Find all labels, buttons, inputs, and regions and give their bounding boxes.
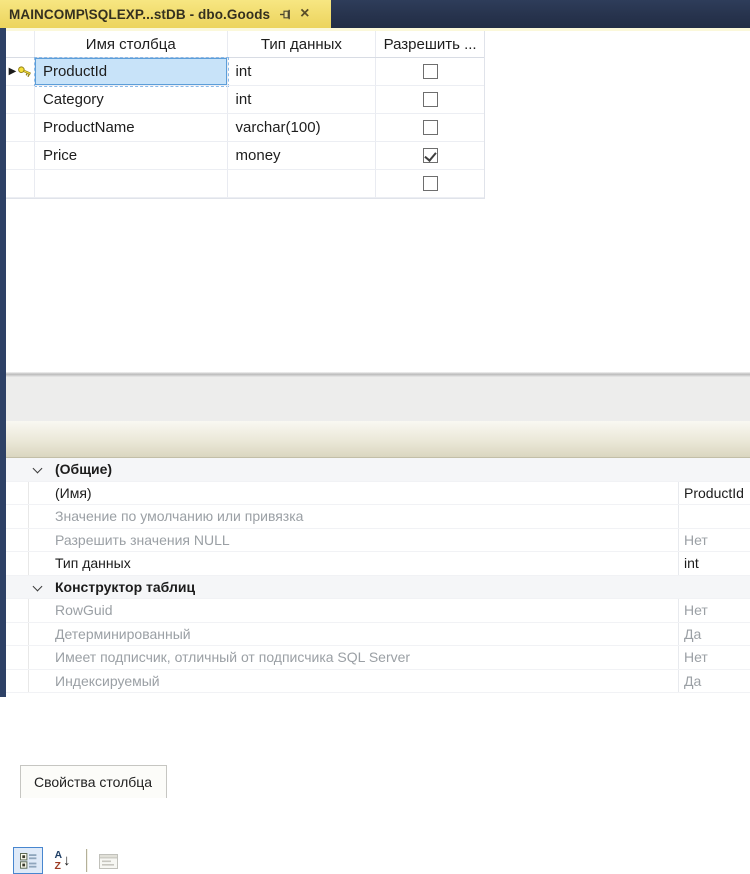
alphabetical-sort-button[interactable]: A Z ↓ [46,847,79,874]
category-label: (Общие) [55,461,112,477]
table-designer-grid: Имя столбца Тип данных Разрешить ... ▶ P… [6,31,485,199]
column-name-cell[interactable]: ProductId [35,58,228,86]
category-label: Конструктор таблиц [55,579,195,595]
property-name: Имеет подписчик, отличный от подписчика … [55,649,410,665]
current-row-arrow-icon: ▶ [9,67,17,77]
toolbar-separator [86,849,87,872]
property-value[interactable]: Да [684,673,701,689]
allow-nulls-cell [376,58,484,86]
allow-nulls-header[interactable]: Разрешить ... [376,31,484,57]
data-type-cell[interactable]: int [228,86,377,114]
sort-arrow-icon: ↓ [63,852,71,869]
column-name-cell[interactable]: Category [35,86,228,114]
table-row: ProductName varchar(100) [6,114,484,142]
table-row: ▶ ProductId int [6,58,484,86]
table-row: Category int [6,86,484,114]
property-row-default-value[interactable]: Значение по умолчанию или привязка [6,505,750,529]
data-type-cell[interactable]: money [228,142,377,170]
property-row-data-type[interactable]: Тип данных int [6,552,750,576]
property-name: Детерминированный [55,626,191,642]
property-value[interactable]: Да [684,626,701,642]
property-value[interactable]: Нет [684,649,708,665]
categorized-icon [20,853,37,869]
allow-nulls-checkbox[interactable] [423,176,438,191]
column-name-cell[interactable] [35,170,228,198]
property-row-deterministic[interactable]: Детерминированный Да [6,623,750,647]
row-selector-cell[interactable] [6,142,35,170]
property-value[interactable]: Нет [684,532,708,548]
document-tab-bar: MAINCOMP\SQLEXP...stDB - dbo.Goods × [0,0,750,28]
property-category-general[interactable]: (Общие) [6,458,750,482]
column-name-header[interactable]: Имя столбца [35,31,228,57]
properties-grid: (Общие) (Имя) ProductId Значение по умол… [6,458,750,697]
table-row-empty [6,170,484,198]
property-row-rowguid[interactable]: RowGuid Нет [6,599,750,623]
pin-icon[interactable] [279,8,292,21]
row-selector-cell[interactable]: ▶ [6,58,35,86]
property-pages-icon [99,854,118,869]
property-row-indexable[interactable]: Индексируемый Да [6,670,750,694]
property-category-table-designer[interactable]: Конструктор таблиц [6,576,750,600]
row-selector-cell[interactable] [6,170,35,198]
chevron-down-icon[interactable] [33,464,43,474]
property-name: Тип данных [55,555,131,571]
column-name-cell[interactable]: ProductName [35,114,228,142]
allow-nulls-cell [376,142,484,170]
allow-nulls-checkbox[interactable] [423,64,438,79]
property-value[interactable]: int [684,555,699,571]
table-row: Price money [6,142,484,170]
data-type-cell[interactable] [228,170,377,198]
allow-nulls-cell [376,170,484,198]
property-row-name[interactable]: (Имя) ProductId [6,482,750,506]
az-sort-icon: A Z [54,850,62,871]
property-name: Индексируемый [55,673,160,689]
row-selector-header [6,31,35,57]
document-tab-title: MAINCOMP\SQLEXP...stDB - dbo.Goods [9,7,270,22]
tab-column-properties[interactable]: Свойства столбца [20,765,167,798]
allow-nulls-checkbox[interactable] [423,120,438,135]
allow-nulls-checkbox[interactable] [423,92,438,107]
property-name: RowGuid [55,602,113,618]
left-edge-strip [0,28,6,697]
properties-toolbar: A Z ↓ [0,421,750,458]
property-row-allow-nulls[interactable]: Разрешить значения NULL Нет [6,529,750,553]
primary-key-icon [17,65,31,78]
property-pages-button[interactable] [94,849,122,873]
properties-tab-strip: Свойства столбца [0,377,750,421]
column-name-cell[interactable]: Price [35,142,228,170]
property-name: Значение по умолчанию или привязка [55,508,303,524]
data-type-header[interactable]: Тип данных [228,31,377,57]
data-type-cell[interactable]: varchar(100) [228,114,377,142]
property-value[interactable]: Нет [684,602,708,618]
designer-header-row: Имя столбца Тип данных Разрешить ... [6,31,484,58]
allow-nulls-cell [376,114,484,142]
property-name: Разрешить значения NULL [55,532,230,548]
property-row-non-sql-subscriber[interactable]: Имеет подписчик, отличный от подписчика … [6,646,750,670]
properties-tab-label: Свойства столбца [34,774,152,790]
allow-nulls-cell [376,86,484,114]
row-selector-cell[interactable] [6,114,35,142]
categorized-button[interactable] [13,847,43,874]
close-icon[interactable]: × [300,6,309,22]
allow-nulls-checkbox[interactable] [423,148,438,163]
row-selector-cell[interactable] [6,86,35,114]
chevron-down-icon[interactable] [33,581,43,591]
document-tab[interactable]: MAINCOMP\SQLEXP...stDB - dbo.Goods × [0,0,331,28]
data-type-cell[interactable]: int [228,58,377,86]
property-name: (Имя) [55,485,92,501]
property-value[interactable]: ProductId [684,485,744,501]
